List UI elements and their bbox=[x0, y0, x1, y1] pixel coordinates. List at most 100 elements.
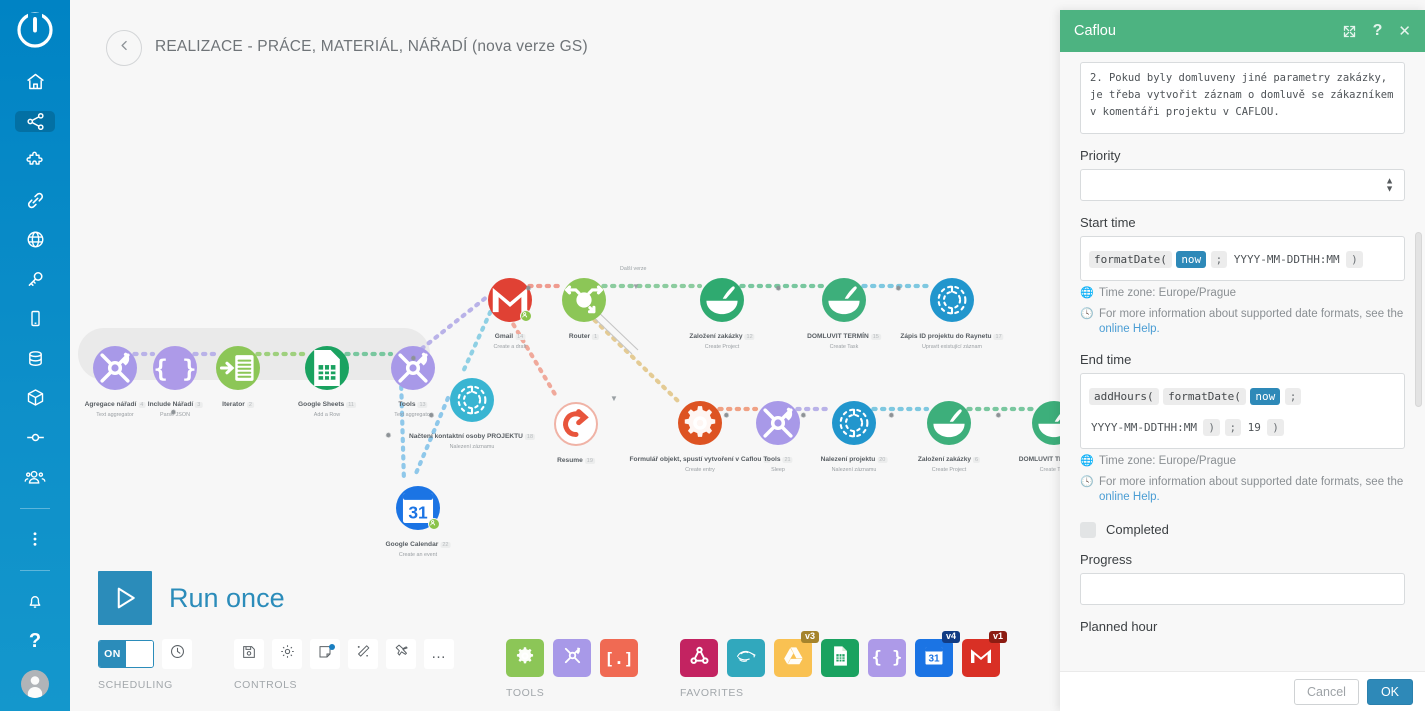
module-node-circle[interactable] bbox=[930, 278, 974, 322]
module-node[interactable]: { } Include Nářadí 3 Parse JSON bbox=[148, 346, 203, 418]
sidebar-item-templates[interactable] bbox=[15, 150, 55, 172]
module-node[interactable]: Google Sheets 11 Add a Row bbox=[298, 346, 356, 418]
favorite-webhooks[interactable] bbox=[680, 639, 718, 677]
link-settings-icon[interactable]: ✹ bbox=[410, 354, 417, 363]
formula-token-variable[interactable]: now bbox=[1176, 251, 1207, 268]
sidebar-item-webhooks[interactable] bbox=[15, 229, 55, 251]
favorite-google-drive[interactable]: v3 bbox=[774, 631, 819, 677]
progress-input[interactable] bbox=[1080, 572, 1405, 605]
end-time-formula-input[interactable]: addHours( formatDate( now ; YYYY-MM-DDTH… bbox=[1080, 372, 1405, 450]
formula-token-text[interactable]: YYYY-MM-DDTHH:MM bbox=[1089, 419, 1199, 436]
scheduling-settings-button[interactable] bbox=[162, 639, 192, 669]
sidebar-item-team[interactable] bbox=[15, 466, 55, 488]
scheduling-toggle[interactable]: ON bbox=[98, 640, 154, 668]
more-options-button[interactable]: … bbox=[424, 639, 454, 669]
sidebar-item-home[interactable] bbox=[15, 71, 55, 93]
formula-token[interactable]: ) bbox=[1267, 418, 1284, 436]
formula-token[interactable]: addHours( bbox=[1089, 387, 1159, 405]
module-node[interactable]: Formulář objekt, spustí vytvoření v Cafl… bbox=[630, 401, 771, 473]
module-node-circle[interactable] bbox=[756, 401, 800, 445]
favorite-caflou[interactable] bbox=[727, 639, 765, 677]
module-node[interactable]: Tools 21 Sleep bbox=[756, 401, 800, 473]
link-settings-icon[interactable]: ✹ bbox=[428, 411, 435, 420]
module-node-circle[interactable] bbox=[216, 346, 260, 390]
completed-row[interactable]: Completed bbox=[1080, 521, 1405, 538]
module-node-circle[interactable] bbox=[450, 378, 494, 422]
module-node-circle[interactable]: { } bbox=[153, 346, 197, 390]
module-node[interactable]: 31 Google Calendar 22 Create an event bbox=[386, 486, 451, 558]
integromat-logo-icon[interactable] bbox=[12, 10, 58, 50]
module-node-circle[interactable] bbox=[927, 401, 971, 445]
sidebar-item-notifications[interactable] bbox=[15, 591, 55, 613]
module-node-circle[interactable] bbox=[562, 278, 606, 322]
module-node-circle[interactable] bbox=[554, 402, 598, 446]
formula-token[interactable]: ; bbox=[1210, 251, 1228, 268]
scenario-settings-button[interactable] bbox=[272, 639, 302, 669]
favorite-json[interactable]: { } bbox=[868, 639, 906, 677]
module-node-circle[interactable] bbox=[678, 401, 722, 445]
sidebar-item-devtool[interactable] bbox=[15, 427, 55, 449]
tools-button[interactable] bbox=[553, 639, 591, 677]
completed-checkbox[interactable] bbox=[1080, 521, 1096, 538]
formula-token[interactable]: ; bbox=[1284, 387, 1302, 405]
module-node-circle[interactable] bbox=[93, 346, 137, 390]
sidebar-item-keys[interactable] bbox=[15, 269, 55, 291]
link-settings-icon[interactable]: ✹ bbox=[775, 284, 782, 293]
sidebar-item-data-stores[interactable] bbox=[15, 348, 55, 370]
formula-token[interactable]: formatDate( bbox=[1163, 387, 1246, 405]
module-node-circle[interactable] bbox=[822, 278, 866, 322]
link-settings-icon[interactable]: ✹ bbox=[888, 411, 895, 420]
link-settings-icon[interactable]: ✹ bbox=[525, 284, 532, 293]
link-settings-icon[interactable]: ✹ bbox=[723, 411, 730, 420]
module-node[interactable]: Zápis ID projektu do Raynetu 17 Upravit ex… bbox=[900, 278, 1004, 350]
run-once-button[interactable]: Run once bbox=[98, 571, 285, 625]
expand-arrows-icon[interactable] bbox=[1342, 24, 1357, 39]
module-node[interactable]: Resume 19 bbox=[554, 402, 598, 472]
module-node-circle[interactable] bbox=[832, 401, 876, 445]
start-time-formula-input[interactable]: formatDate( now ; YYYY-MM-DDTHH:MM ) bbox=[1080, 236, 1405, 282]
cancel-button[interactable]: Cancel bbox=[1294, 678, 1359, 705]
sidebar-item-more[interactable] bbox=[15, 529, 55, 551]
favorite-google-calendar[interactable]: 31 v4 bbox=[915, 631, 960, 677]
module-node[interactable]: Nalezení projektu 20 Nalezení záznamu bbox=[821, 401, 888, 473]
link-settings-icon[interactable]: ✹ bbox=[170, 408, 177, 417]
formula-token[interactable]: ) bbox=[1346, 251, 1363, 268]
module-node[interactable]: Načtení kontaktní osoby PROJEKTU 18 Naleze… bbox=[409, 378, 536, 450]
notes-button[interactable] bbox=[310, 639, 340, 669]
sidebar-item-devices[interactable] bbox=[15, 308, 55, 330]
link-settings-icon[interactable]: ✹ bbox=[800, 411, 807, 420]
formula-token-text[interactable]: 19 bbox=[1246, 419, 1263, 436]
module-node[interactable]: Založení zakázky 12 Create Project bbox=[689, 278, 755, 350]
close-icon[interactable]: ✕ bbox=[1398, 22, 1411, 40]
online-help-link[interactable]: online Help. bbox=[1099, 491, 1160, 503]
question-mark-icon[interactable]: ? bbox=[1373, 22, 1383, 40]
sidebar-item-profile[interactable] bbox=[15, 669, 55, 698]
module-node-circle[interactable] bbox=[700, 278, 744, 322]
back-button[interactable] bbox=[106, 30, 142, 66]
link-settings-icon[interactable]: ✹ bbox=[385, 431, 392, 440]
sidebar-item-connections[interactable] bbox=[15, 190, 55, 212]
auto-align-button[interactable] bbox=[348, 639, 378, 669]
link-settings-icon[interactable]: ✹ bbox=[995, 411, 1002, 420]
module-node[interactable]: Router 1 bbox=[562, 278, 606, 348]
favorite-gmail[interactable]: v1 bbox=[962, 631, 1007, 677]
panel-scrollbar[interactable] bbox=[1415, 232, 1422, 407]
online-help-link[interactable]: online Help. bbox=[1099, 323, 1160, 335]
module-node[interactable]: Agregace nářadí 4 Text aggregator bbox=[85, 346, 146, 418]
module-node-circle[interactable] bbox=[391, 346, 435, 390]
sidebar-item-scenarios[interactable] bbox=[15, 110, 55, 133]
module-node[interactable]: DOMLUVIT TERMÍN 15 Create Task bbox=[807, 278, 881, 350]
description-textarea[interactable]: 2. Pokud byly domluveny jiné parametry z… bbox=[1080, 62, 1405, 134]
formula-token-variable[interactable]: now bbox=[1250, 387, 1281, 405]
export-blueprint-button[interactable] bbox=[386, 639, 416, 669]
link-settings-icon[interactable]: ✹ bbox=[895, 284, 902, 293]
formula-token[interactable]: ; bbox=[1224, 418, 1242, 436]
ok-button[interactable]: OK bbox=[1366, 678, 1413, 705]
filter-funnel-icon[interactable]: ▼ bbox=[610, 394, 618, 403]
flow-control-button[interactable]: [.] bbox=[600, 639, 638, 677]
favorite-google-sheets[interactable] bbox=[821, 639, 859, 677]
formula-token[interactable]: ) bbox=[1203, 418, 1221, 436]
panel-body[interactable]: 2. Pokud byly domluveny jiné parametry z… bbox=[1060, 52, 1425, 671]
priority-select[interactable]: ▲ ▼ bbox=[1080, 169, 1405, 201]
module-node[interactable]: Založení zakázky 6 Create Project bbox=[918, 401, 981, 473]
